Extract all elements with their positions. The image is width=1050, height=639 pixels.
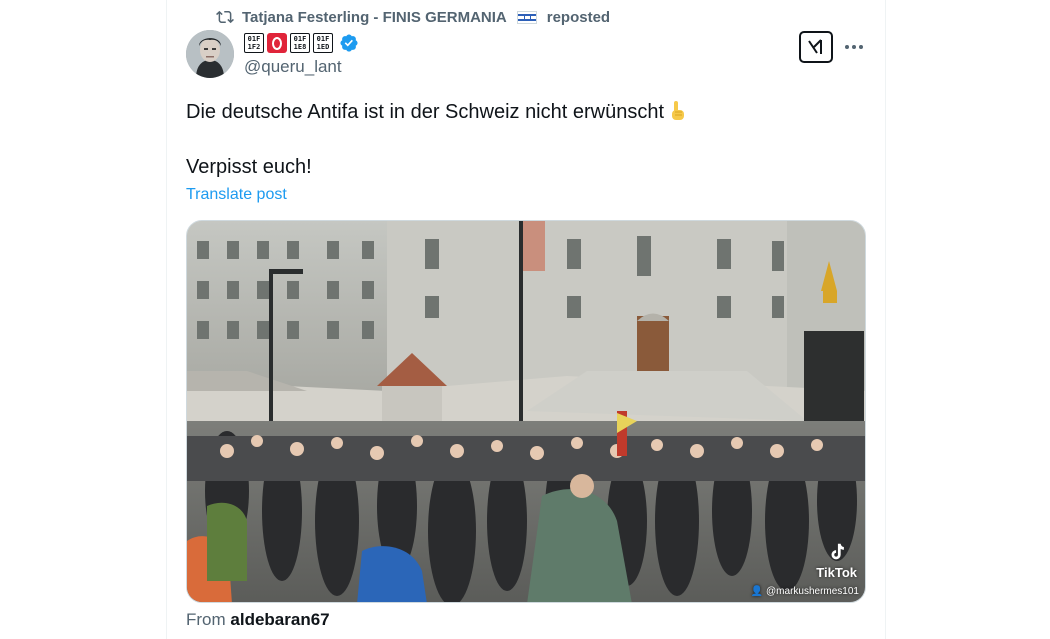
more-options-button[interactable] [842,36,866,58]
tiktok-icon [831,543,844,560]
media-source-prefix: From [186,610,226,629]
repost-user-name[interactable]: Tatjana Festerling - FINIS GERMANIA [242,9,507,26]
repost-context[interactable]: Tatjana Festerling - FINIS GERMANIA repo… [216,6,610,28]
avatar[interactable] [186,30,234,78]
more-dot-icon [845,45,849,49]
media-source-account[interactable]: aldebaran67 [230,610,329,629]
pointing-up-finger-emoji [672,101,685,120]
regional-indicator-box: 01F 1F2 [244,33,264,53]
media-source: From aldebaran67 [186,610,330,630]
verified-badge-icon[interactable] [339,33,359,53]
timeline-left-border [166,0,167,639]
grok-icon [808,39,822,54]
regional-indicator-box: 01F 1E8 [290,33,310,53]
video-frame-image [187,221,865,602]
tiktok-label: TikTok [816,565,857,580]
tiktok-watermark: TikTok [816,541,857,580]
translate-post-link[interactable]: Translate post [186,186,287,204]
grok-button[interactable] [799,31,833,63]
tiktok-username-text: @markushermes101 [766,586,859,597]
post-text-line-2: Verpisst euch! [186,156,312,178]
more-dot-icon [852,45,856,49]
repost-icon [216,10,234,24]
flag-israel-icon [516,10,537,24]
author-name[interactable]: 01F 1F2 01F 1E8 01F 1ED [244,32,359,54]
timeline-right-border [885,0,886,639]
regional-indicator-box: 01F 1ED [313,33,333,53]
more-dot-icon [859,45,863,49]
repost-label: reposted [546,8,611,26]
author-handle[interactable]: @queru_lant [244,57,342,77]
post-video[interactable]: TikTok 👤 @markushermes101 [186,220,866,603]
tiktok-username: 👤 @markushermes101 [750,586,859,597]
post-text-line-1-content: Die deutsche Antifa ist in der Schweiz n… [186,101,665,123]
red-o-circle-icon [267,33,287,53]
post-text-line-1: Die deutsche Antifa ist in der Schweiz n… [186,98,688,126]
